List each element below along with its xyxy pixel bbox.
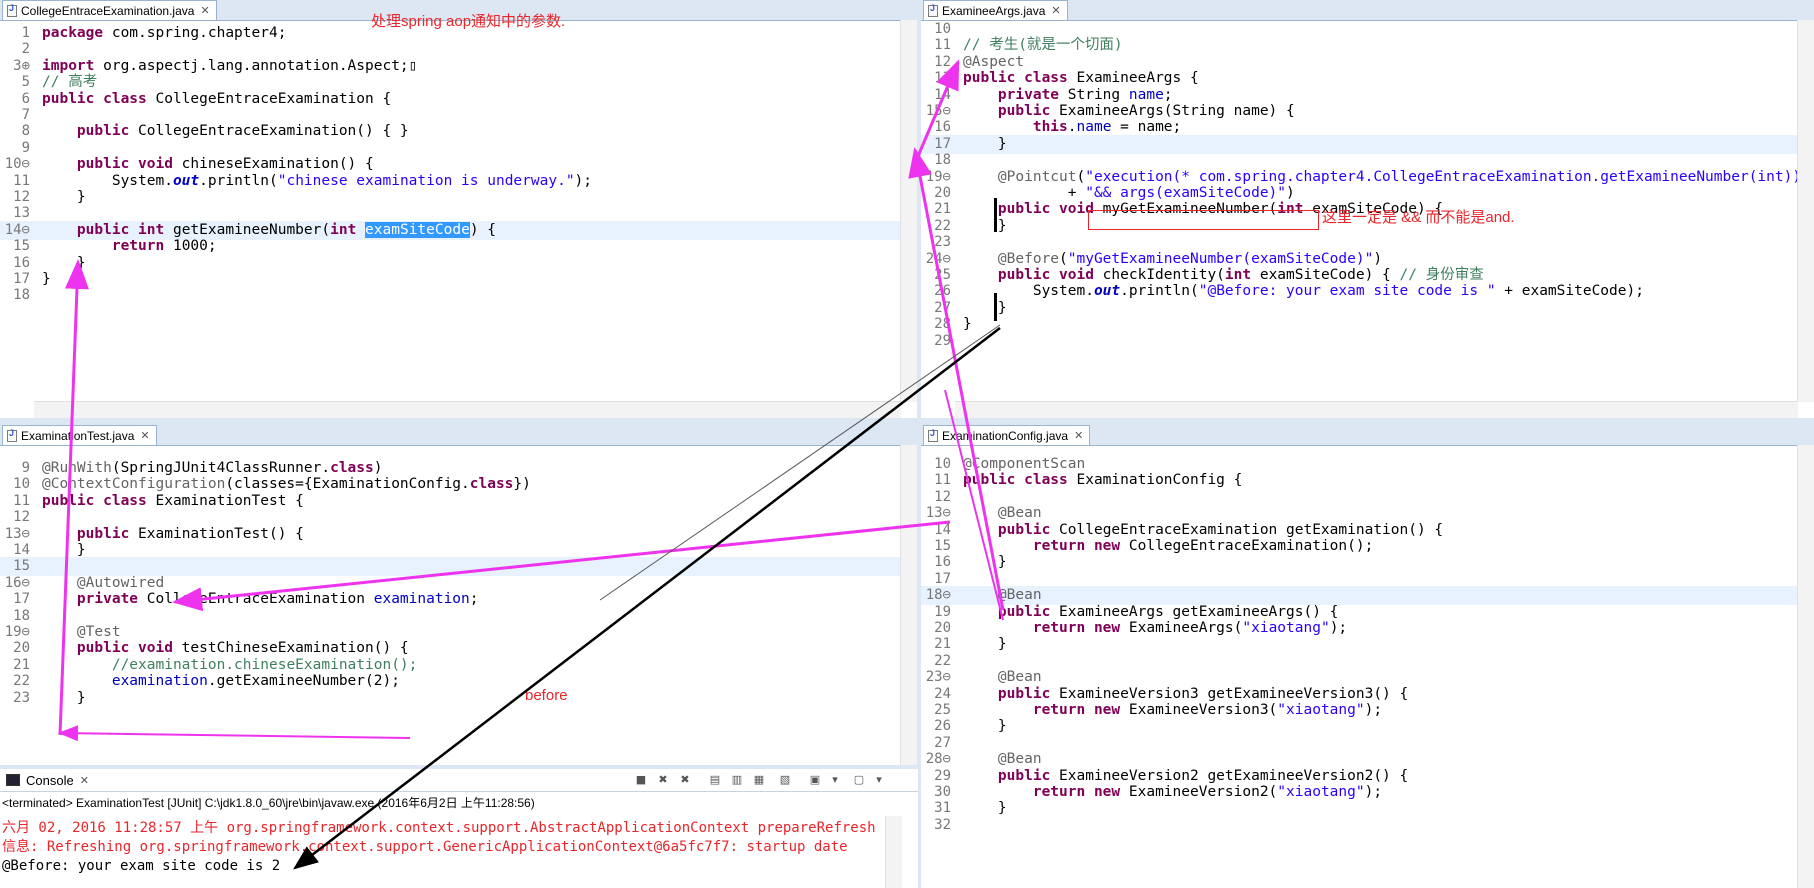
- close-icon[interactable]: ✕: [200, 4, 209, 17]
- console-icon: [6, 774, 20, 786]
- scroll-lock-icon[interactable]: ▥: [730, 773, 744, 787]
- code-text: }: [42, 689, 86, 706]
- pin-console-icon[interactable]: ▧: [778, 773, 792, 787]
- line-number: 32: [934, 816, 951, 833]
- editor-examination-config: ExaminationConfig.java ✕ 10@ComponentSca…: [921, 425, 1814, 888]
- editor-tabbar: ExaminationTest.java ✕: [0, 425, 917, 446]
- tab-examination-config[interactable]: ExaminationConfig.java ✕: [923, 425, 1091, 445]
- clear-console-icon[interactable]: ▤: [708, 773, 722, 787]
- line-number: 18: [13, 287, 30, 304]
- console-line: @Before: your exam site code is 2: [2, 858, 281, 874]
- remove-launch-icon[interactable]: ✖: [656, 773, 670, 787]
- tab-label: Console: [26, 772, 74, 788]
- tab-console[interactable]: Console ✕: [2, 770, 95, 790]
- vertical-scrollbar[interactable]: [900, 445, 917, 765]
- close-icon[interactable]: ✕: [80, 774, 89, 787]
- close-icon[interactable]: ✕: [1074, 429, 1083, 442]
- annotation-box: [994, 198, 1097, 232]
- open-console-icon[interactable]: ▢: [852, 773, 866, 787]
- vertical-scrollbar[interactable]: [1797, 445, 1814, 888]
- editor-tabbar: ExamineeArgs.java ✕: [921, 0, 1814, 21]
- and-note: 这里一定是 && 而不能是and.: [1322, 209, 1515, 226]
- java-file-icon: [928, 3, 938, 17]
- tab-label: ExamineeArgs.java: [942, 3, 1046, 18]
- vertical-scrollbar[interactable]: [900, 20, 917, 402]
- code-line[interactable]: 23 }: [0, 689, 917, 708]
- tab-label: CollegeEntraceExamination.java: [21, 3, 195, 18]
- console-line: 六月 02, 2016 11:28:57 上午 org.springframew…: [2, 820, 876, 836]
- horizontal-scrollbar[interactable]: [955, 401, 1798, 418]
- tab-label: ExaminationTest.java: [21, 428, 135, 443]
- editor-college-entrace-examination: CollegeEntraceExamination.java ✕ 1packag…: [0, 0, 917, 418]
- sash-vertical[interactable]: [917, 0, 921, 888]
- tab-examinee-args[interactable]: ExamineeArgs.java ✕: [923, 0, 1068, 20]
- editor-examination-test: ExaminationTest.java ✕ 9@RunWith(SpringJ…: [0, 425, 917, 765]
- tab-examination-test[interactable]: ExaminationTest.java ✕: [2, 425, 157, 445]
- close-icon[interactable]: ✕: [140, 429, 149, 442]
- vertical-scrollbar[interactable]: [1797, 20, 1814, 402]
- annotation-box: [1088, 210, 1319, 230]
- title-note: 处理spring aop通知中的参数.: [371, 13, 566, 30]
- code-area[interactable]: 10 @ComponentScan 11 public class Examinati…: [921, 455, 1814, 888]
- before-note: before: [525, 687, 568, 704]
- java-file-icon: [7, 428, 17, 442]
- sash-horizontal-right[interactable]: [921, 418, 1814, 425]
- terminate-icon[interactable]: ■: [634, 773, 648, 787]
- code-area[interactable]: 9 @RunWith(SpringJUnit4ClassRunner.class)…: [0, 459, 917, 765]
- chevron-down-icon[interactable]: ▾: [872, 773, 886, 787]
- console-vertical-scrollbar[interactable]: [885, 816, 902, 888]
- tab-college-entrace-examination[interactable]: CollegeEntraceExamination.java ✕: [2, 0, 217, 20]
- chevron-down-icon[interactable]: ▾: [828, 773, 842, 787]
- remove-all-icon[interactable]: ✖: [678, 773, 692, 787]
- console-line: 信息: Refreshing org.springframework.conte…: [2, 839, 848, 855]
- annotation-box: [994, 293, 1097, 321]
- code-area[interactable]: 1 package com.spring.chapter4; 2 3⊕ import o…: [0, 24, 917, 402]
- code-line[interactable]: 32: [921, 816, 1814, 835]
- console-tabbar: Console ✕ ■ ✖ ✖ ▤ ▥ ▦ ▧ ▣ ▾ ▢ ▾: [0, 769, 918, 792]
- display-console-icon[interactable]: ▣: [808, 773, 822, 787]
- horizontal-scrollbar[interactable]: [34, 401, 901, 418]
- java-file-icon: [928, 428, 938, 442]
- code-line[interactable]: 29: [921, 332, 1814, 351]
- tab-label: ExaminationConfig.java: [942, 428, 1069, 443]
- line-number: 23: [13, 689, 30, 706]
- console-terminated-label: <terminated> ExaminationTest [JUnit] C:\…: [2, 796, 535, 810]
- word-wrap-icon[interactable]: ▦: [752, 773, 766, 787]
- code-line[interactable]: 18: [0, 286, 917, 305]
- close-icon[interactable]: ✕: [1051, 4, 1060, 17]
- console-view: Console ✕ ■ ✖ ✖ ▤ ▥ ▦ ▧ ▣ ▾ ▢ ▾ <termina…: [0, 769, 918, 888]
- sash-horizontal-left[interactable]: [0, 418, 917, 425]
- editor-tabbar: ExaminationConfig.java ✕: [921, 425, 1814, 446]
- java-file-icon: [7, 3, 17, 17]
- line-number: 29: [934, 332, 951, 349]
